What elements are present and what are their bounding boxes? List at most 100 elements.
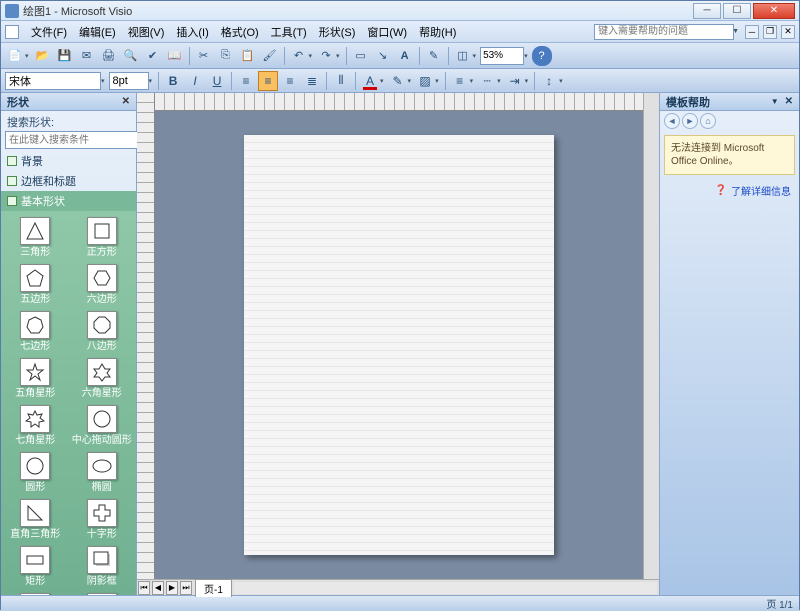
save-button[interactable]: 💾 [55,46,75,66]
format-painter-button[interactable]: 🖌 [260,46,280,66]
align-right-button[interactable]: ≡ [280,71,300,91]
underline-button[interactable]: U [207,71,227,91]
task-pane-dropdown-icon[interactable]: ▼ [771,97,779,106]
shapes-panel-close-icon[interactable]: ✕ [122,96,130,107]
shape-item[interactable]: 六边形 [70,264,135,305]
shape-item[interactable]: 矩形 [3,546,68,587]
font-color-button[interactable]: A [360,71,380,91]
close-button[interactable]: ✕ [753,3,795,19]
size-dropdown-icon[interactable]: ▾ [149,77,155,85]
redo-button[interactable]: ↷ [316,46,336,66]
research-button[interactable]: 📖 [165,46,185,66]
mail-button[interactable]: ✉ [77,46,97,66]
align-center-button[interactable]: ≡ [258,71,278,91]
shapes-dropdown-icon[interactable]: ▾ [473,52,479,60]
task-home-button[interactable]: ⌂ [700,113,716,129]
print-preview-button[interactable]: 🔍 [121,46,141,66]
zoom-input[interactable] [480,47,524,65]
menu-view[interactable]: 视图(V) [122,22,171,42]
ink-button[interactable]: ✎ [424,46,444,66]
line-color-button[interactable]: ✎ [388,71,408,91]
font-color-dropdown-icon[interactable]: ▾ [380,77,386,85]
mdi-close-button[interactable]: ✕ [781,25,795,39]
category-item[interactable]: 基本形状 [1,191,136,211]
shape-item[interactable]: 三角形 [3,217,68,258]
fill-color-dropdown-icon[interactable]: ▾ [435,77,441,85]
shapes-window-button[interactable]: ◫ [453,46,473,66]
tab-next-button[interactable]: ▶ [166,581,178,595]
shape-item[interactable]: 七边形 [3,311,68,352]
italic-button[interactable]: I [185,71,205,91]
maximize-button[interactable]: ☐ [723,3,751,19]
shape-item[interactable]: 八边形 [70,311,135,352]
task-pane-link[interactable]: 了解详细信息 [660,179,799,202]
menu-help[interactable]: 帮助(H) [413,22,462,42]
drawing-canvas[interactable] [155,111,643,579]
shape-item[interactable]: 阴影框 [70,546,135,587]
align-justify-button[interactable]: ≣ [302,71,322,91]
help-button[interactable]: ? [532,46,552,66]
menu-edit[interactable]: 编辑(E) [73,22,122,42]
help-dropdown-icon[interactable]: ▼ [732,28,741,35]
open-button[interactable]: 📂 [33,46,53,66]
line-color-dropdown-icon[interactable]: ▾ [408,77,414,85]
shape-item[interactable]: 五边形 [3,264,68,305]
line-pattern-button[interactable]: ┄ [477,71,497,91]
shape-item[interactable]: 七角星形 [3,405,68,446]
shape-item[interactable]: 中心拖动圆形 [70,405,135,446]
zoom-dropdown-icon[interactable]: ▾ [524,52,530,60]
mdi-minimize-button[interactable]: ─ [745,25,759,39]
connector-tool-button[interactable]: ↘ [373,46,393,66]
new-dropdown-icon[interactable]: ▾ [25,52,31,60]
drawing-page[interactable] [244,135,554,555]
fill-color-button[interactable]: ▨ [415,71,435,91]
help-search-input[interactable] [594,24,734,40]
text-tool-button[interactable]: A [395,46,415,66]
cut-button[interactable]: ✂ [194,46,214,66]
search-shapes-input[interactable] [5,131,145,149]
tab-last-button[interactable]: ⏭ [180,581,192,595]
tab-prev-button[interactable]: ◀ [152,581,164,595]
category-item[interactable]: 边框和标题 [1,171,136,191]
paste-button[interactable]: 📋 [238,46,258,66]
undo-dropdown-icon[interactable]: ▾ [309,52,315,60]
font-combo[interactable] [5,72,101,90]
line-weight-dropdown-icon[interactable]: ▾ [470,77,476,85]
tab-first-button[interactable]: ⏮ [138,581,150,595]
vertical-scrollbar[interactable] [643,93,659,579]
line-ends-button[interactable]: ⇥ [505,71,525,91]
copy-button[interactable]: ⎘ [216,46,236,66]
task-forward-button[interactable]: ► [682,113,698,129]
shape-item[interactable]: 椭圆 [70,452,135,493]
shape-item[interactable]: 圆角矩形 [70,593,135,595]
shape-item[interactable]: 正方形 [70,217,135,258]
category-item[interactable]: 背景 [1,151,136,171]
bold-button[interactable]: B [163,71,183,91]
minimize-button[interactable]: ─ [693,3,721,19]
shape-item[interactable]: 三维框 [3,593,68,595]
line-pattern-dropdown-icon[interactable]: ▾ [497,77,503,85]
distribute-button[interactable]: ⫴ [331,71,351,91]
menu-shape[interactable]: 形状(S) [313,22,362,42]
mdi-restore-button[interactable]: ❐ [763,25,777,39]
redo-dropdown-icon[interactable]: ▾ [336,52,342,60]
menu-insert[interactable]: 插入(I) [170,22,214,42]
menu-file[interactable]: 文件(F) [25,22,73,42]
line-ends-dropdown-icon[interactable]: ▾ [525,77,531,85]
shape-item[interactable]: 五角星形 [3,358,68,399]
line-weight-button[interactable]: ≡ [450,71,470,91]
text-direction-button[interactable]: ↕ [539,71,559,91]
print-button[interactable]: 🖨 [99,46,119,66]
align-left-button[interactable]: ≡ [236,71,256,91]
menu-window[interactable]: 窗口(W) [361,22,413,42]
control-box-icon[interactable] [5,25,19,39]
spelling-button[interactable]: ✔ [143,46,163,66]
font-dropdown-icon[interactable]: ▾ [101,77,107,85]
pointer-tool-button[interactable]: ▭ [351,46,371,66]
task-back-button[interactable]: ◄ [664,113,680,129]
shape-item[interactable]: 直角三角形 [3,499,68,540]
horizontal-scrollbar[interactable] [234,582,657,594]
shape-item[interactable]: 圆形 [3,452,68,493]
shape-item[interactable]: 十字形 [70,499,135,540]
menu-tools[interactable]: 工具(T) [265,22,313,42]
